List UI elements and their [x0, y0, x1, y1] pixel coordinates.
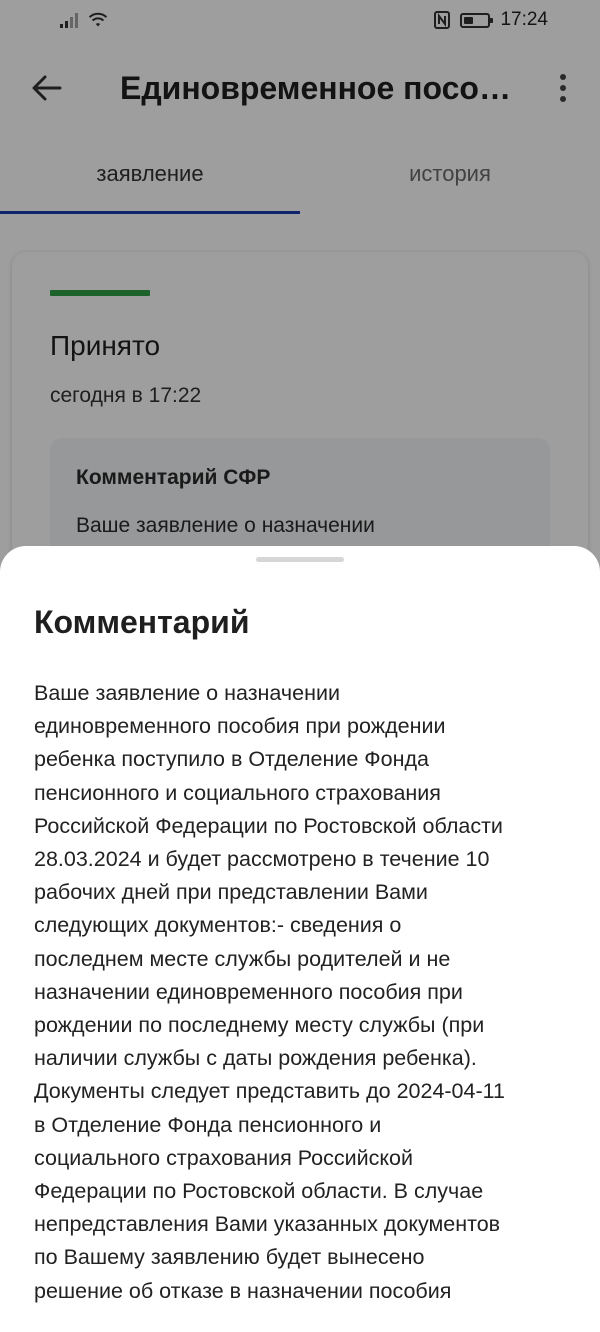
- comment-line: Федерации по Ростовской области. В случа…: [34, 1179, 484, 1204]
- comment-line: единовременного пособия при рождении: [34, 714, 446, 739]
- comment-line: пенсионного и социального страхования: [34, 780, 441, 805]
- comment-line: рождении по последнему месту службы (при: [34, 1013, 485, 1038]
- comment-bottom-sheet: Комментарий Ваше заявление о назначении …: [0, 546, 600, 1332]
- comment-line: Документы следует представить до 2024-04…: [34, 1079, 505, 1104]
- comment-line: последнем месте службы родителей и не: [34, 946, 451, 971]
- comment-line: 28.03.2024 и будет рассмотрено в течение…: [34, 847, 490, 872]
- comment-line: социального страхования Российской: [34, 1145, 413, 1170]
- comment-line: назначении единовременного пособия при: [34, 979, 463, 1004]
- comment-line: решение об отказе в назначении пособия: [34, 1278, 452, 1303]
- comment-line: Российской Федерации по Ростовской облас…: [34, 813, 503, 838]
- comment-line: ребенка поступило в Отделение Фонда: [34, 747, 429, 772]
- comment-line: наличии службы с даты рождения ребенка).: [34, 1046, 477, 1071]
- comment-line: в Отделение Фонда пенсионного и: [34, 1112, 382, 1137]
- comment-line: по Вашему заявлению будет вынесено: [34, 1245, 425, 1270]
- drag-handle[interactable]: [256, 557, 344, 562]
- sheet-title: Комментарий: [34, 604, 250, 640]
- comment-text: Ваше заявление о назначении единовременн…: [34, 677, 574, 1308]
- comment-line: следующих документов:- сведения о: [34, 913, 402, 938]
- comment-line: Ваше заявление о назначении: [34, 681, 340, 705]
- comment-line: непредставления Вами указанных документо…: [34, 1212, 501, 1237]
- comment-line: рабочих дней при представлении Вами: [34, 880, 428, 905]
